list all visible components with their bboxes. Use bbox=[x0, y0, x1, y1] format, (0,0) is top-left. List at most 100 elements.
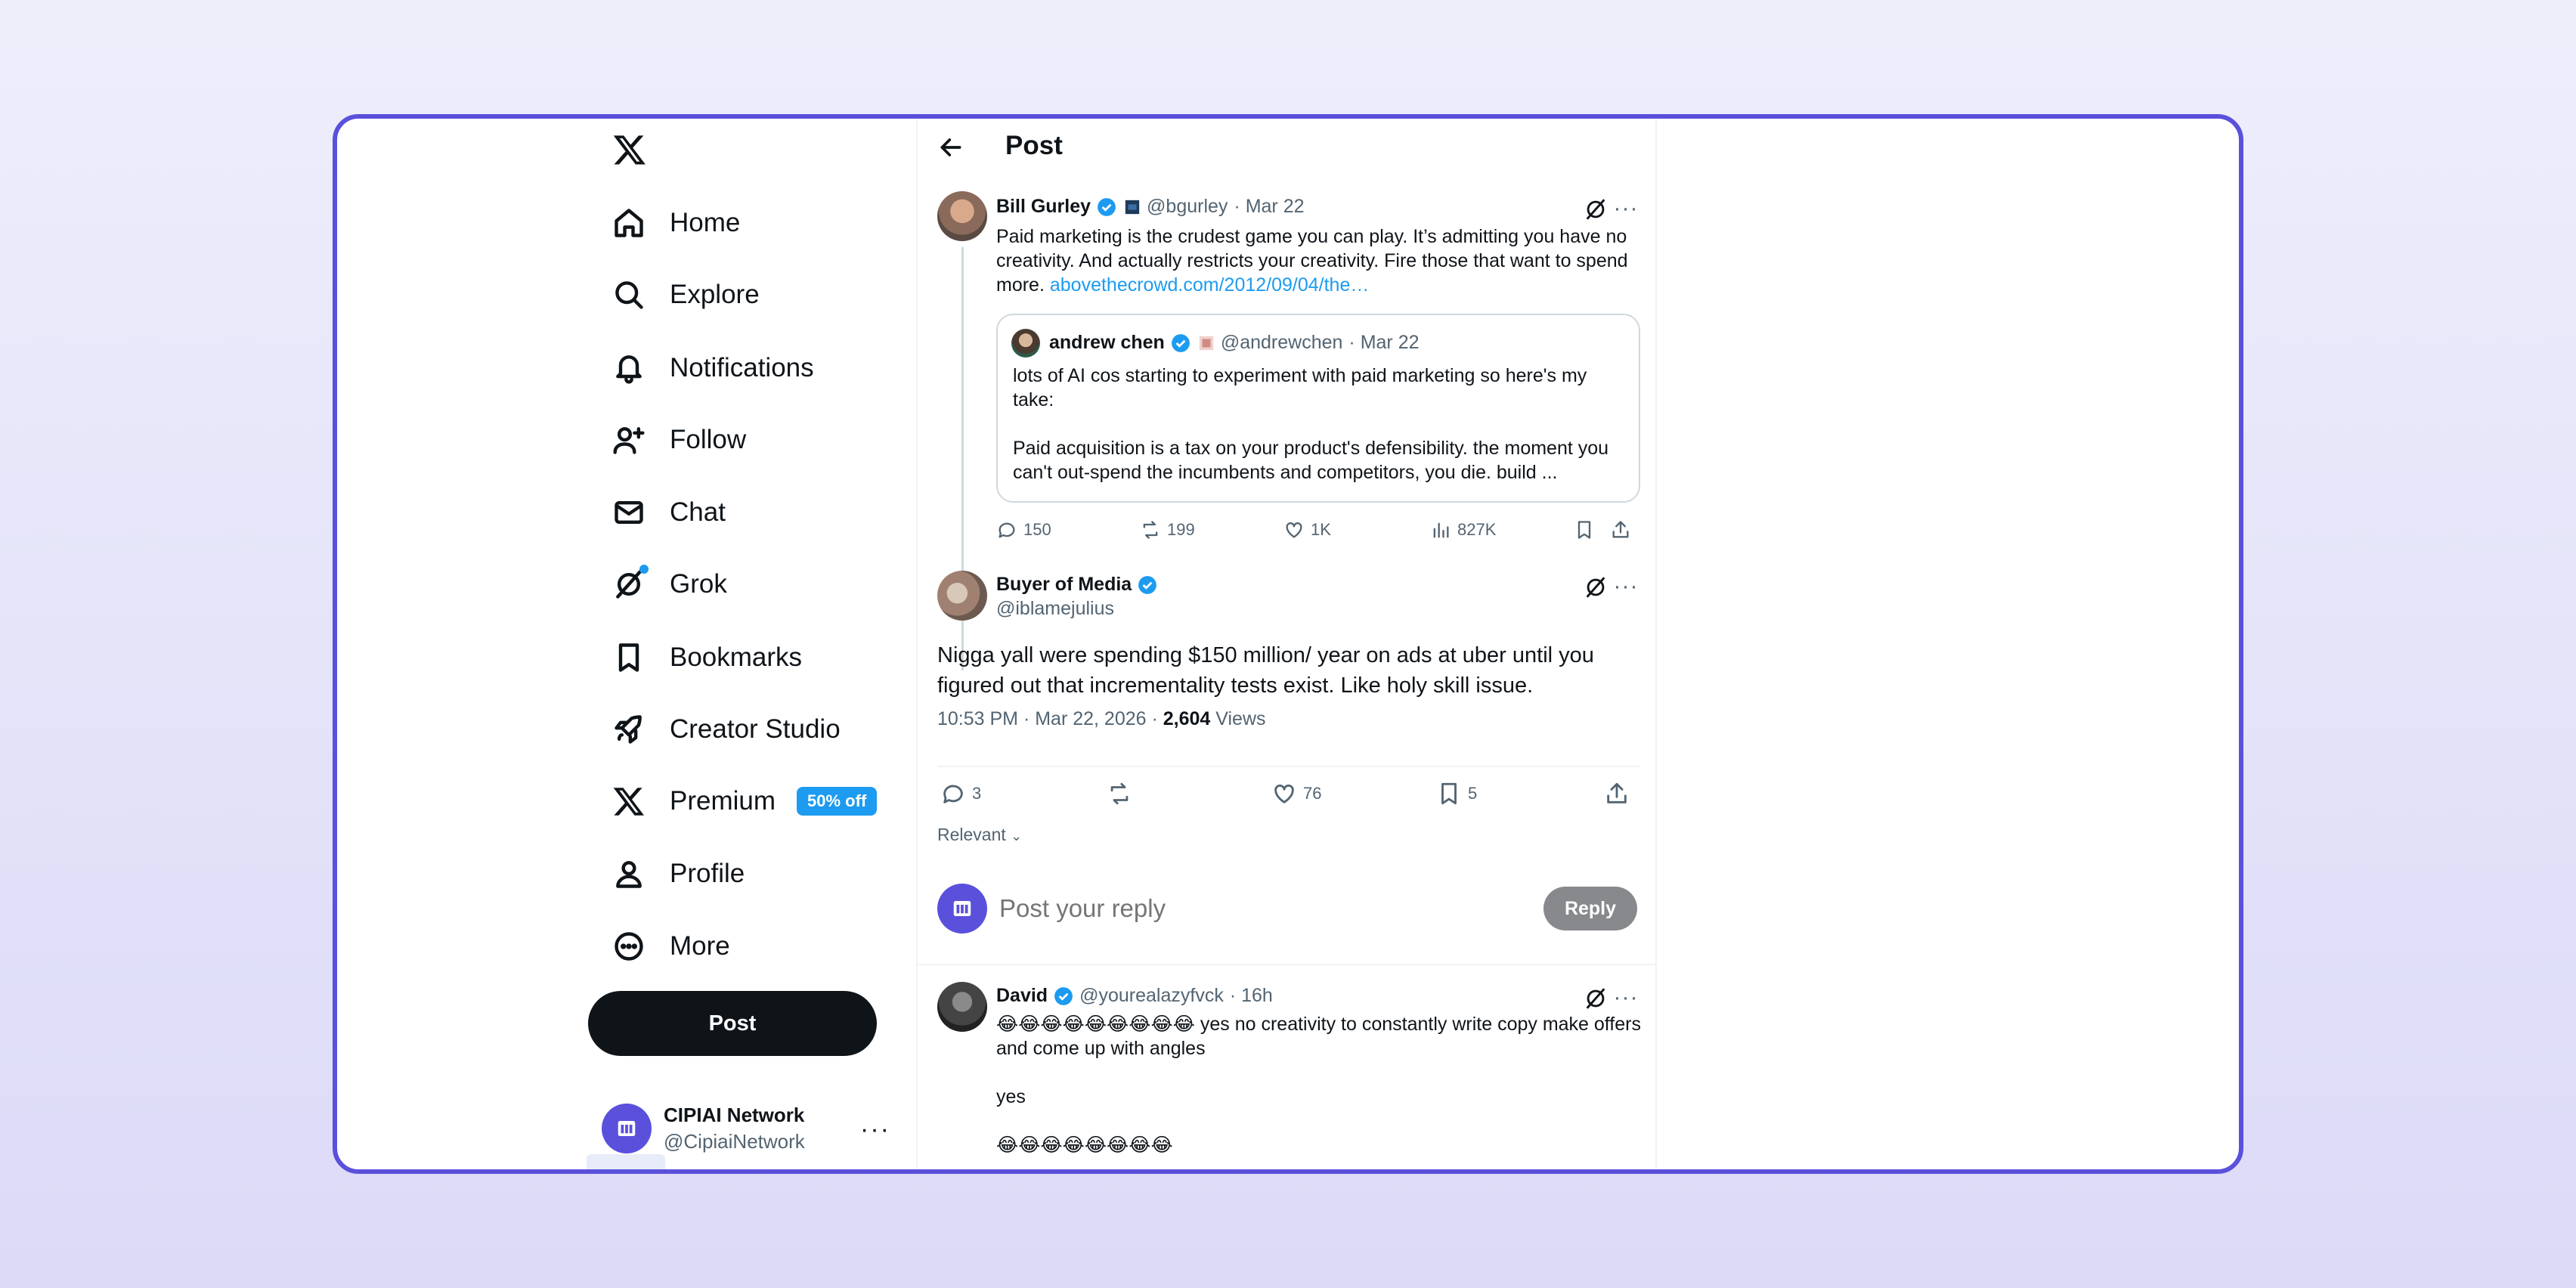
like-button[interactable]: 1K bbox=[1283, 519, 1430, 540]
grok-icon-wrap bbox=[612, 565, 649, 601]
avatar bbox=[602, 1104, 652, 1153]
account-switcher[interactable]: CIPIAI Network @CipiaiNetwork ··· bbox=[602, 1098, 904, 1159]
quote-text-2: Paid acquisition is a tax on your produc… bbox=[1013, 438, 1609, 483]
sidebar-item-more[interactable]: More bbox=[602, 916, 741, 977]
bell-icon bbox=[616, 355, 642, 384]
view-count: 827K bbox=[1457, 520, 1497, 539]
author-name[interactable]: Bill Gurley bbox=[996, 196, 1091, 218]
timestamp[interactable]: 10:53 PM · Mar 22, 2026 · bbox=[937, 708, 1158, 729]
divider bbox=[918, 964, 1655, 965]
notification-dot bbox=[639, 565, 649, 574]
reply-button[interactable]: 3 bbox=[940, 781, 1107, 807]
sidebar-item-label: Home bbox=[670, 208, 741, 237]
author-handle: @andrewchen bbox=[1220, 332, 1343, 353]
add-user-icon bbox=[613, 427, 645, 454]
more-icon[interactable]: ··· bbox=[860, 1115, 890, 1144]
author-name[interactable]: Buyer of Media bbox=[996, 574, 1132, 596]
sidebar-item-creator-studio[interactable]: Creator Studio bbox=[602, 699, 851, 760]
avatar[interactable] bbox=[937, 982, 987, 1032]
reply-button[interactable]: Reply bbox=[1543, 887, 1637, 930]
repost-button[interactable]: 199 bbox=[1140, 519, 1283, 540]
grok-icon[interactable] bbox=[1583, 986, 1608, 1011]
sidebar-item-bookmarks[interactable]: Bookmarks bbox=[602, 627, 813, 688]
reply-icon bbox=[999, 522, 1015, 538]
grok-icon[interactable] bbox=[1583, 197, 1608, 222]
sidebar: Home Explore Notifications Follow Chat G… bbox=[587, 119, 904, 1169]
sidebar-item-profile[interactable]: Profile bbox=[602, 844, 755, 904]
share-button[interactable] bbox=[1610, 519, 1631, 540]
post-actions: 150 199 1K 827K bbox=[996, 519, 1631, 540]
verified-badge-icon bbox=[1098, 197, 1116, 216]
author-handle[interactable]: @yourealazyfvck bbox=[1079, 985, 1224, 1007]
more-icon[interactable]: ··· bbox=[1613, 986, 1639, 1015]
repost-count: 199 bbox=[1167, 520, 1195, 539]
reply-button[interactable]: 150 bbox=[996, 519, 1140, 540]
analytics-icon bbox=[1433, 522, 1449, 538]
avatar bbox=[937, 884, 987, 933]
affiliate-badge-icon bbox=[1125, 200, 1140, 214]
like-count: 76 bbox=[1303, 784, 1322, 803]
sidebar-item-label: Notifications bbox=[670, 353, 814, 382]
chevron-down-icon: ⌄ bbox=[1011, 828, 1023, 844]
repost-icon bbox=[1143, 521, 1158, 539]
reply-input[interactable] bbox=[999, 894, 1453, 923]
avatar[interactable] bbox=[937, 191, 987, 241]
sidebar-item-premium[interactable]: Premium 50% off bbox=[602, 771, 887, 831]
sidebar-item-label: Profile bbox=[670, 859, 745, 888]
post-button[interactable]: Post bbox=[588, 991, 877, 1056]
sidebar-item-chat[interactable]: Chat bbox=[602, 482, 736, 543]
share-button[interactable] bbox=[1604, 781, 1630, 807]
reply-text: 😂😂😂😂😂😂😂😂😂 yes no creativity to constantl… bbox=[996, 1012, 1646, 1060]
heart-icon bbox=[1274, 784, 1294, 803]
back-arrow-icon[interactable] bbox=[936, 132, 966, 163]
post-date: · Mar 22 bbox=[1348, 332, 1420, 353]
quote-text-1: lots of AI cos starting to experiment wi… bbox=[1013, 365, 1587, 410]
reply-sort-dropdown[interactable]: Relevant ⌄ bbox=[937, 825, 1022, 845]
post-actions: 3 76 5 bbox=[940, 781, 1630, 807]
repost-button[interactable] bbox=[1107, 781, 1271, 807]
post-text: Nigga yall were spending $150 million/ y… bbox=[937, 643, 1594, 698]
main-column: Post Bill Gurley @bgurley · Mar 22 ··· P… bbox=[916, 119, 1657, 1169]
avatar[interactable] bbox=[937, 571, 987, 621]
page-header: Post bbox=[918, 119, 1655, 179]
sidebar-item-explore[interactable]: Explore bbox=[602, 265, 770, 325]
account-handle: @CipiaiNetwork bbox=[664, 1130, 805, 1153]
more-icon[interactable]: ··· bbox=[1613, 197, 1639, 226]
views-button[interactable]: 827K bbox=[1430, 519, 1574, 540]
author-name[interactable]: David bbox=[996, 985, 1048, 1007]
grok-icon[interactable] bbox=[1583, 574, 1608, 600]
avatar bbox=[1011, 329, 1040, 358]
post-link[interactable]: abovethecrowd.com/2012/09/04/the… bbox=[1050, 274, 1370, 296]
bookmark-icon bbox=[618, 643, 639, 672]
sidebar-item-home[interactable]: Home bbox=[602, 193, 751, 253]
quoted-post[interactable]: andrew chen @andrewchen · Mar 22 lots of… bbox=[996, 314, 1640, 503]
verified-badge-icon bbox=[1054, 986, 1073, 1005]
bookmark-button[interactable]: 5 bbox=[1436, 781, 1604, 807]
sidebar-item-label: Premium bbox=[670, 786, 776, 816]
sidebar-item-notifications[interactable]: Notifications bbox=[602, 338, 825, 398]
verified-badge-icon bbox=[1138, 575, 1157, 594]
heart-icon bbox=[1286, 522, 1302, 538]
author-handle[interactable]: @bgurley bbox=[1147, 196, 1228, 218]
app-window: Home Explore Notifications Follow Chat G… bbox=[333, 114, 2243, 1174]
more-icon[interactable]: ··· bbox=[1613, 575, 1639, 604]
rocket-icon bbox=[615, 715, 642, 744]
reply-line-2: yes bbox=[996, 1086, 1026, 1107]
like-button[interactable]: 76 bbox=[1271, 781, 1436, 807]
search-icon bbox=[615, 281, 643, 309]
verified-badge-icon bbox=[1171, 333, 1190, 352]
sidebar-item-grok[interactable]: Grok bbox=[602, 554, 738, 615]
sort-label: Relevant bbox=[937, 825, 1006, 844]
author-handle[interactable]: @iblamejulius bbox=[996, 598, 1114, 620]
bookmark-icon bbox=[1441, 782, 1457, 805]
post-date[interactable]: · 16h bbox=[1230, 985, 1273, 1007]
like-count: 1K bbox=[1311, 520, 1331, 539]
post-date[interactable]: · Mar 22 bbox=[1234, 196, 1304, 218]
building-icon bbox=[618, 1121, 636, 1136]
reply-emoji: 😂😂😂😂😂😂😂😂😂 bbox=[996, 1013, 1195, 1035]
sidebar-item-label: Explore bbox=[670, 280, 760, 309]
x-logo-icon[interactable] bbox=[612, 132, 647, 167]
bookmark-button[interactable] bbox=[1574, 519, 1610, 540]
sidebar-item-follow[interactable]: Follow bbox=[602, 410, 757, 470]
reply-icon bbox=[943, 785, 963, 803]
